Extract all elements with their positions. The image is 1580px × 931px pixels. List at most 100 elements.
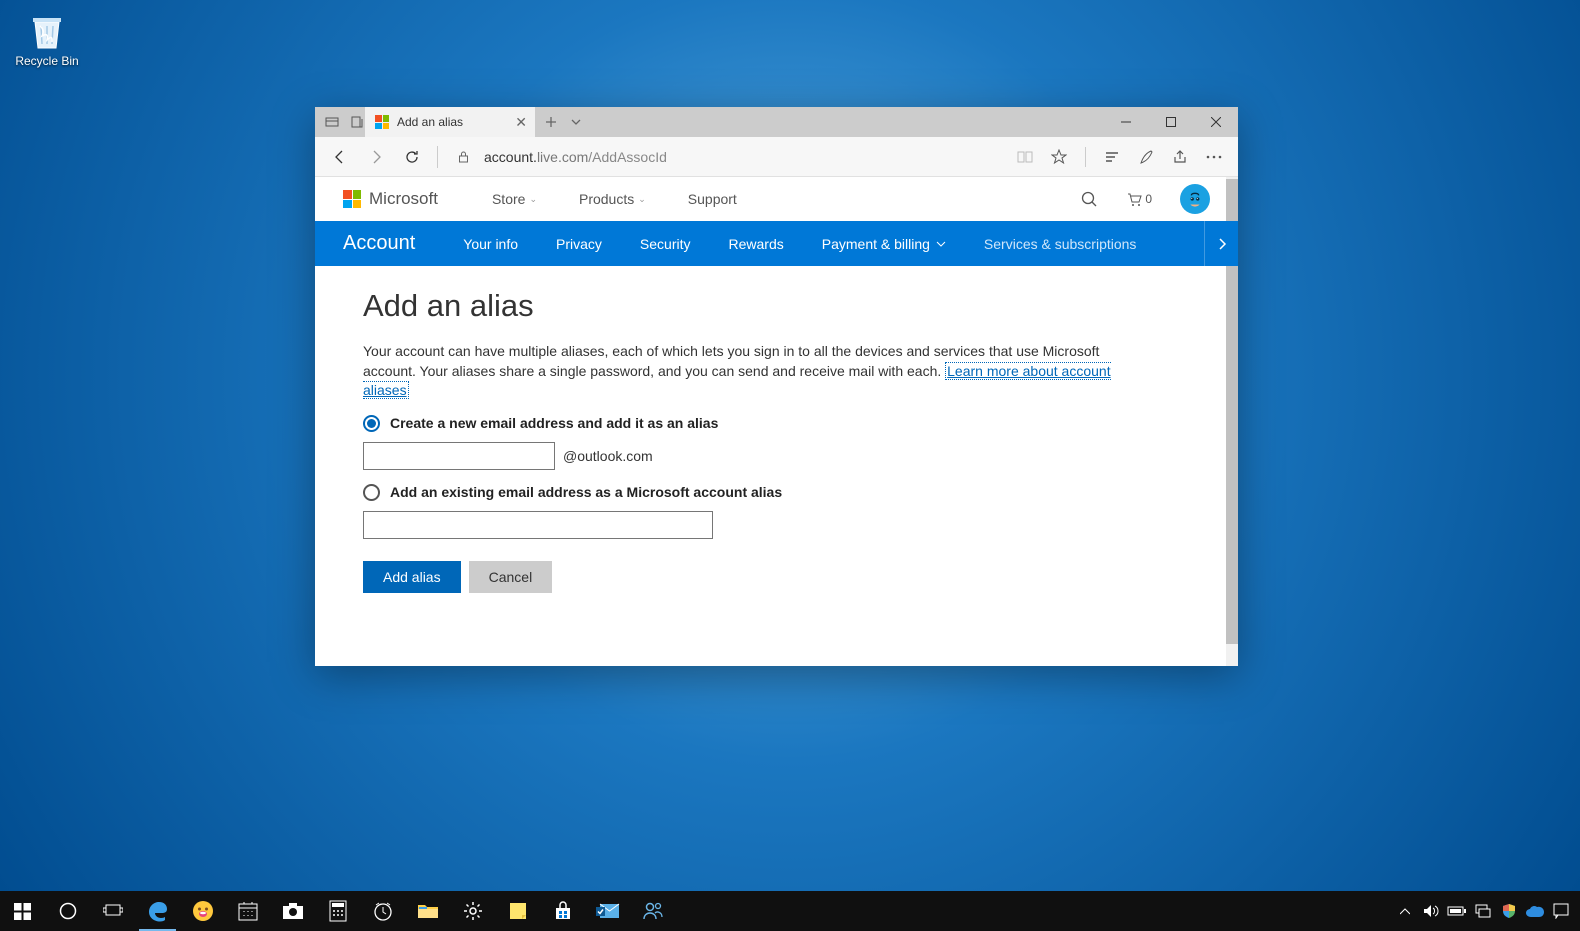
header-link-support[interactable]: Support (688, 191, 737, 207)
tab-close-icon[interactable]: ✕ (515, 114, 527, 131)
subnav-scroll-right[interactable] (1204, 221, 1238, 266)
minimize-button[interactable] (1103, 107, 1148, 137)
microsoft-logo-icon (343, 190, 361, 208)
share-icon[interactable] (1172, 149, 1188, 165)
tab-preview-icon[interactable] (325, 115, 339, 129)
notes-icon[interactable] (1138, 149, 1154, 165)
clock-icon (373, 901, 393, 921)
emoji-icon (192, 900, 214, 922)
taskbar-calculator[interactable] (315, 891, 360, 931)
taskbar-edge[interactable] (135, 891, 180, 931)
header-link-products[interactable]: Products⌄ (579, 191, 646, 207)
set-aside-tabs-icon[interactable] (351, 115, 365, 129)
subnav-your-info[interactable]: Your info (463, 236, 518, 252)
option-existing-label: Add an existing email address as a Micro… (390, 484, 782, 500)
chevron-down-icon: ⌄ (529, 194, 537, 205)
nav-toolbar: account.live.com/AddAssocId (315, 137, 1238, 177)
tray-defender-icon[interactable] (1496, 891, 1522, 931)
cart-button[interactable]: 0 (1126, 191, 1152, 208)
radio-icon (363, 484, 380, 501)
favorite-icon[interactable] (1051, 149, 1067, 165)
taskbar-people[interactable] (630, 891, 675, 931)
option-existing[interactable]: Add an existing email address as a Micro… (363, 484, 1155, 501)
new-tab-icon[interactable] (545, 116, 557, 128)
new-alias-input[interactable] (363, 442, 555, 470)
chevron-down-icon (936, 239, 946, 249)
taskbar-mail[interactable] (585, 891, 630, 931)
subnav-brand[interactable]: Account (343, 232, 415, 255)
existing-email-input[interactable] (363, 511, 713, 539)
tray-battery-icon[interactable] (1444, 891, 1470, 931)
option-create-new[interactable]: Create a new email address and add it as… (363, 415, 1155, 432)
taskbar-settings[interactable] (450, 891, 495, 931)
folder-icon (417, 902, 439, 920)
hub-icon[interactable] (1104, 149, 1120, 165)
tab-actions-icon[interactable] (571, 117, 581, 127)
main-content: Add an alias Your account can have multi… (315, 266, 1195, 633)
cancel-button[interactable]: Cancel (469, 561, 553, 593)
note-icon (508, 901, 528, 921)
add-alias-button[interactable]: Add alias (363, 561, 461, 593)
taskbar-app-1[interactable] (180, 891, 225, 931)
mail-icon (596, 903, 620, 919)
taskbar-calendar[interactable] (225, 891, 270, 931)
browser-window: Add an alias ✕ account.live.com/AddAssoc… (315, 107, 1238, 666)
address-bar[interactable]: account.live.com/AddAssocId (484, 149, 1011, 165)
start-button[interactable] (0, 891, 45, 931)
chevron-down-icon: ⌄ (638, 194, 646, 205)
cart-icon (1126, 191, 1143, 208)
search-icon[interactable] (1081, 191, 1098, 208)
taskbar-explorer[interactable] (405, 891, 450, 931)
header-link-store[interactable]: Store⌄ (492, 191, 537, 207)
subnav-privacy[interactable]: Privacy (556, 236, 602, 252)
taskbar-sticky-notes[interactable] (495, 891, 540, 931)
recycle-bin-icon (26, 12, 68, 50)
task-view-button[interactable] (90, 891, 135, 931)
taskbar-store[interactable] (540, 891, 585, 931)
taskbar (0, 891, 1580, 931)
gear-icon (463, 901, 483, 921)
calculator-icon (329, 900, 347, 922)
ms-global-header: Microsoft Store⌄ Products⌄ Support 0 (315, 177, 1238, 221)
option-create-new-label: Create a new email address and add it as… (390, 415, 718, 431)
avatar[interactable] (1180, 184, 1210, 214)
reading-view-icon[interactable] (1017, 149, 1033, 165)
taskbar-alarms[interactable] (360, 891, 405, 931)
tray-onedrive-icon[interactable] (1522, 891, 1548, 931)
subnav-rewards[interactable]: Rewards (729, 236, 784, 252)
browser-tab[interactable]: Add an alias ✕ (365, 107, 535, 137)
maximize-button[interactable] (1148, 107, 1193, 137)
subnav-security[interactable]: Security (640, 236, 691, 252)
more-icon[interactable] (1206, 155, 1222, 159)
taskbar-camera[interactable] (270, 891, 315, 931)
desktop-icon-recycle-bin[interactable]: Recycle Bin (12, 12, 82, 68)
forward-button[interactable] (361, 142, 391, 172)
avatar-icon (1184, 188, 1206, 210)
tab-title: Add an alias (397, 115, 463, 129)
lock-icon[interactable] (448, 142, 478, 172)
account-subnav: Account Your info Privacy Security Rewar… (315, 221, 1238, 266)
store-icon (553, 901, 573, 921)
subnav-payment-billing[interactable]: Payment & billing (822, 236, 946, 252)
people-icon (642, 900, 664, 922)
subnav-services[interactable]: Services & subscriptions (984, 236, 1137, 252)
radio-icon (363, 415, 380, 432)
page-description: Your account can have multiple aliases, … (363, 342, 1155, 401)
url-domain: account. (484, 149, 537, 165)
tray-volume-icon[interactable] (1418, 891, 1444, 931)
microsoft-brand-text: Microsoft (369, 189, 438, 209)
close-button[interactable] (1193, 107, 1238, 137)
url-path: live.com (537, 149, 588, 165)
domain-suffix: @outlook.com (563, 448, 653, 464)
microsoft-logo[interactable]: Microsoft (343, 189, 438, 209)
action-center-icon[interactable] (1548, 891, 1574, 931)
camera-icon (282, 902, 304, 920)
back-button[interactable] (325, 142, 355, 172)
tray-network-icon[interactable] (1470, 891, 1496, 931)
tray-chevron-up-icon[interactable] (1392, 891, 1418, 931)
titlebar: Add an alias ✕ (315, 107, 1238, 137)
page-viewport: Microsoft Store⌄ Products⌄ Support 0 Acc… (315, 177, 1238, 666)
calendar-icon (238, 901, 258, 921)
refresh-button[interactable] (397, 142, 427, 172)
cortana-button[interactable] (45, 891, 90, 931)
